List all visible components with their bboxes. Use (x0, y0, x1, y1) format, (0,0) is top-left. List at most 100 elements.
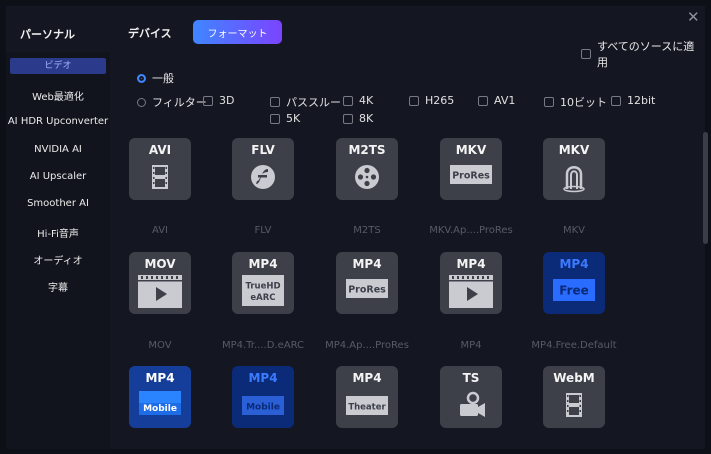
sidebar: ビデオ Web最適化 AI HDR Upconverter NVIDIA AI … (6, 52, 110, 449)
matroska-icon (563, 166, 585, 193)
filter-8k[interactable]: 8K (343, 112, 373, 125)
filter-label: AV1 (494, 94, 516, 107)
filter-h265[interactable]: H265 (409, 94, 454, 107)
radio-unselected-icon[interactable] (137, 97, 146, 107)
badge-text: Free (559, 284, 589, 298)
format-caption: MKV (562, 225, 586, 236)
play-icon (449, 275, 493, 308)
sidebar-item-upscaler[interactable]: AI Upscaler (6, 171, 110, 182)
tab-format[interactable]: フォーマット (193, 20, 282, 44)
format-caption: MP4 (460, 340, 482, 351)
sidebar-item-subtitle[interactable]: 字幕 (6, 279, 110, 294)
checkbox-box[interactable] (270, 97, 280, 107)
filter-label: パススルー (286, 96, 341, 109)
sidebar-item-smoother[interactable]: Smoother AI (6, 198, 110, 209)
filter-label: フィルター (152, 96, 207, 109)
filter-3d[interactable]: 3D (203, 94, 234, 107)
filter-label: 5K (286, 112, 301, 125)
filter-label: 8K (359, 112, 374, 125)
apply-all-checkbox[interactable]: すべてのソースに適用 (581, 38, 705, 70)
filter-label: 3D (219, 94, 235, 107)
checkbox-box[interactable] (270, 113, 280, 124)
checkbox-box[interactable] (544, 97, 554, 107)
format-tile-mp4-prores[interactable]: MP4 ProRes (336, 252, 398, 314)
format-tile-mov[interactable]: MOV (129, 252, 191, 314)
sidebar-item-hdr[interactable]: AI HDR Upconverter (6, 116, 110, 127)
checkbox-box[interactable] (343, 113, 353, 124)
badge-text: ProRes (452, 171, 490, 182)
film-reel-icon (355, 165, 379, 189)
badge-icon: Theater (346, 396, 388, 415)
flash-icon (251, 165, 275, 189)
checkbox-box[interactable] (343, 95, 353, 106)
filter-label: 4K (359, 94, 374, 107)
format-dialog: パーソナル デバイス フォーマット ✕ すべてのソースに適用 ビデオ Web最適… (6, 6, 708, 449)
film-strip-icon (152, 165, 168, 189)
filter-label: H265 (425, 94, 455, 107)
sidebar-item-nvidia[interactable]: NVIDIA AI (6, 144, 110, 155)
badge-text: ProRes (348, 285, 386, 296)
format-tile-mp4-mobile[interactable]: MP4 Mobile (129, 366, 191, 428)
filter-10bit[interactable]: 10ビット (544, 94, 607, 110)
format-caption: MKV.Ap....ProRes (429, 225, 513, 236)
general-radio[interactable]: 一般 (137, 70, 174, 86)
format-caption: MP4.Ap....ProRes (325, 340, 409, 351)
format-caption: FLV (254, 225, 272, 236)
badge-icon: ProRes (346, 279, 388, 298)
tab-device[interactable]: デバイス (128, 25, 172, 41)
filter-label: 12bit (627, 94, 656, 107)
checkbox-box[interactable] (203, 95, 213, 106)
badge-text: Mobile (143, 404, 177, 414)
checkbox-box[interactable] (409, 95, 419, 106)
scrollbar[interactable] (703, 132, 708, 244)
filter-12bit[interactable]: 12bit (611, 94, 655, 107)
format-tile-ts[interactable]: TS (440, 366, 502, 428)
close-icon[interactable]: ✕ (687, 10, 700, 25)
format-caption: MP4.Tr....D.eARC (221, 340, 305, 351)
format-caption: M2TS (353, 225, 381, 236)
filter-av1[interactable]: AV1 (478, 94, 515, 107)
format-tile-flv[interactable]: FLV (232, 138, 294, 200)
format-tile-mkv-prores[interactable]: MKV ProRes (440, 138, 502, 200)
checkbox-box[interactable] (478, 95, 488, 106)
camera-icon (460, 391, 485, 417)
format-tile-mp4[interactable]: MP4 (440, 252, 502, 314)
format-tile-webm[interactable]: WebM (543, 366, 605, 428)
format-tile-mp4-free[interactable]: MP4 Free (543, 252, 605, 314)
badge-text-earc: eARC (250, 293, 275, 303)
checkbox-box[interactable] (581, 49, 591, 59)
badge-text: Theater (348, 403, 386, 413)
format-caption: AVI (152, 225, 168, 236)
format-tile-mkv[interactable]: MKV (543, 138, 605, 200)
sidebar-item-hifi[interactable]: Hi-Fi音声 (6, 225, 110, 240)
sidebar-item-audio[interactable]: オーディオ (6, 252, 110, 267)
format-tile-mp4-theater[interactable]: MP4 Theater (336, 366, 398, 428)
badge-icon: Mobile (139, 391, 181, 415)
format-tile-avi[interactable]: AVI (129, 138, 191, 200)
filter-4k[interactable]: 4K (343, 94, 373, 107)
format-tile-m2ts[interactable]: M2TS (336, 138, 398, 200)
badge-text-truehd: TrueHD (245, 282, 280, 292)
tab-personal[interactable]: パーソナル (20, 26, 75, 42)
filter-radio[interactable]: フィルター (137, 94, 207, 110)
checkbox-box[interactable] (611, 95, 621, 106)
format-tile-mp4-mobile-alt[interactable]: MP4 Mobile (232, 366, 294, 428)
badge-icon: ProRes (450, 165, 492, 184)
filter-5k[interactable]: 5K (270, 112, 300, 125)
sidebar-item-video[interactable]: ビデオ (10, 58, 106, 74)
format-caption: MP4.Free.Default (531, 340, 617, 351)
badge-icon: Free (553, 279, 595, 301)
format-caption: MOV (148, 340, 172, 351)
badge-icon: Mobile (242, 396, 284, 415)
radio-selected-icon[interactable] (137, 73, 146, 83)
filter-passthrough[interactable]: パススルー (270, 94, 341, 110)
general-label: 一般 (152, 72, 174, 85)
badge-icon: TrueHD eARC (242, 275, 284, 306)
filter-label: 10ビット (560, 96, 607, 109)
film-strip-icon (566, 393, 582, 417)
badge-text: Mobile (246, 403, 280, 413)
play-icon (138, 275, 182, 308)
apply-all-label: すべてのソースに適用 (596, 40, 695, 69)
sidebar-item-web[interactable]: Web最適化 (6, 88, 110, 103)
format-tile-mp4-truehd[interactable]: MP4 TrueHD eARC (232, 252, 294, 314)
